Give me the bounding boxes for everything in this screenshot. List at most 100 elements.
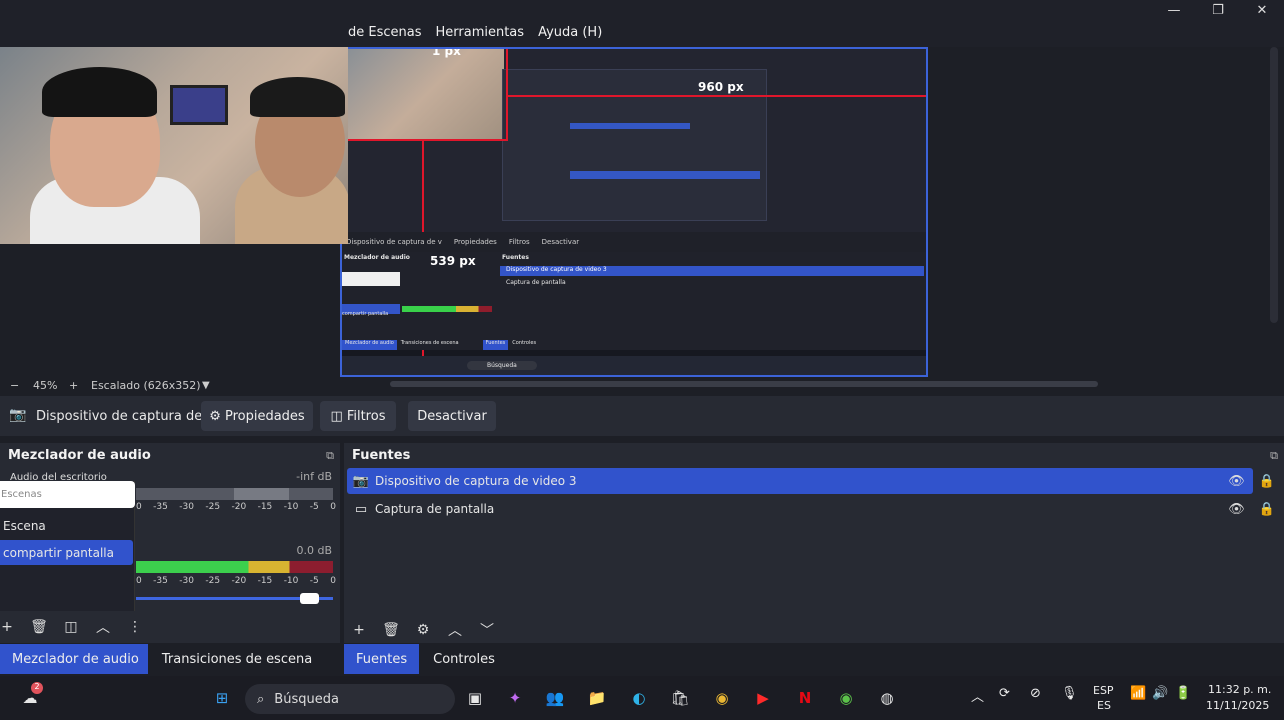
search-icon: ⌕: [257, 691, 265, 707]
scene-item[interactable]: Escena: [0, 513, 133, 538]
tab-label: Transiciones de escena: [161, 651, 313, 667]
move-up-icon[interactable]: ︿: [87, 617, 119, 637]
edge-icon[interactable]: ◐: [627, 686, 651, 710]
start-icon[interactable]: ⊞: [210, 686, 234, 710]
deactivate-button[interactable]: Desactivar: [408, 401, 496, 431]
volume-icon[interactable]: 🔊: [1152, 686, 1168, 701]
nested-source-1: Dispositivo de captura de video 3: [506, 266, 607, 273]
copilot-icon[interactable]: ✦: [503, 686, 527, 710]
zoom-in-button[interactable]: +: [69, 379, 78, 392]
wifi-off-icon[interactable]: ⊘: [1030, 686, 1041, 701]
nested-source-toolbar: Dispositivo de captura de v Propiedades …: [342, 232, 926, 252]
show-hidden-icons-icon[interactable]: ︿: [971, 686, 984, 705]
properties-button[interactable]: ⚙ Propiedades: [201, 401, 313, 431]
eye-icon[interactable]: 👁: [1228, 502, 1245, 517]
zoom-level: 45%: [33, 378, 58, 392]
minimize-button[interactable]: —: [1152, 0, 1196, 20]
sync-icon[interactable]: ⟳: [999, 686, 1010, 701]
tab-controls[interactable]: Controles: [419, 644, 504, 674]
source-settings-icon[interactable]: ⚙: [407, 622, 439, 638]
scaling-dropdown-icon[interactable]: ▼: [202, 380, 210, 391]
move-down-icon[interactable]: ﹀: [471, 620, 503, 640]
chrome-profile-icon[interactable]: ◉: [834, 686, 858, 710]
more-options-icon[interactable]: ⋮: [119, 619, 151, 635]
menu-item-herramientas[interactable]: Herramientas: [436, 25, 525, 40]
taskbar-search[interactable]: ⌕ Búsqueda: [245, 684, 455, 714]
clock-date[interactable]: 11/11/2025: [1206, 699, 1269, 712]
left-dock-tabs: Mezclador de audio Transiciones de escen…: [0, 644, 321, 674]
move-up-icon[interactable]: ︿: [439, 620, 471, 640]
filters-button[interactable]: ◫ Filtros: [320, 401, 396, 431]
nested-scene-popup: [342, 272, 400, 286]
menu-item-ayuda[interactable]: Ayuda (H): [538, 25, 602, 40]
tick: -25: [205, 576, 221, 586]
teams-icon[interactable]: 👥: [543, 686, 567, 710]
vertical-scrollbar[interactable]: [1270, 47, 1278, 323]
lock-icon[interactable]: 🔒: [1259, 474, 1275, 489]
monitor-icon: ▭: [354, 501, 368, 517]
battery-icon[interactable]: 🔋: [1175, 686, 1191, 701]
undock-icon[interactable]: ⧉: [1270, 449, 1278, 463]
source-item[interactable]: ▭ Captura de pantalla 👁 🔒: [347, 496, 1275, 522]
language-indicator-bottom[interactable]: ES: [1097, 699, 1111, 712]
eye-icon[interactable]: 👁: [1228, 474, 1245, 489]
scene-item-selected[interactable]: compartir pantalla: [0, 540, 133, 565]
deactivate-label: Desactivar: [417, 408, 487, 424]
delete-source-icon[interactable]: 🗑: [375, 622, 407, 638]
wall-poster: [170, 85, 228, 125]
zoom-out-button[interactable]: −: [10, 379, 19, 392]
store-icon[interactable]: 🛍: [668, 686, 692, 710]
tick: -15: [257, 502, 273, 512]
volume-slider-handle[interactable]: [299, 593, 319, 604]
undock-icon[interactable]: ⧉: [326, 449, 334, 463]
restore-button[interactable]: ❐: [1196, 0, 1240, 20]
wifi-icon[interactable]: 📶: [1130, 686, 1146, 701]
preview-area[interactable]: 1 px 960 px 539 px Dispositivo de captur…: [0, 47, 1270, 377]
scene-filters-icon[interactable]: ◫: [55, 619, 87, 635]
netflix-icon[interactable]: N: [793, 686, 817, 710]
nested-source-name: Dispositivo de captura de v: [346, 238, 442, 246]
chrome-icon[interactable]: ◉: [710, 686, 734, 710]
person-2-cap: [250, 77, 345, 117]
tab-scene-transitions[interactable]: Transiciones de escena: [148, 644, 321, 674]
close-button[interactable]: ✕: [1240, 0, 1284, 20]
menu-item-escenas[interactable]: de Escenas: [348, 25, 422, 40]
tick: -30: [179, 502, 194, 512]
source-item-selected[interactable]: 📷 Dispositivo de captura de video 3 👁 🔒: [347, 468, 1275, 494]
nested-properties: Propiedades: [453, 238, 497, 246]
file-explorer-icon[interactable]: 📁: [585, 686, 609, 710]
tick: -10: [283, 576, 299, 586]
filters-label: Filtros: [346, 408, 386, 424]
filter-icon: ◫: [330, 408, 343, 424]
microphone-icon[interactable]: 🎙: [1061, 686, 1078, 701]
menu-bar: de Escenas Herramientas Ayuda (H): [348, 25, 602, 40]
obs-icon[interactable]: ◍: [875, 686, 899, 710]
tab-sources[interactable]: Fuentes: [344, 644, 420, 674]
add-scene-icon[interactable]: +: [0, 619, 23, 635]
meter-ticks-2: 0 -35 -30 -25 -20 -15 -10 -5 0: [136, 576, 336, 586]
youtube-icon[interactable]: ▶: [751, 686, 775, 710]
scaling-label: Escalado (626x352): [91, 378, 201, 392]
tick: -5: [309, 502, 319, 512]
scenes-buttons: + 🗑 ◫ ︿ ⋮: [0, 617, 151, 637]
scene-label: Escena: [3, 519, 46, 533]
search-label: Búsqueda: [274, 691, 339, 707]
mic-audio-meter: [136, 561, 333, 573]
scenes-header: Escenas: [0, 481, 135, 508]
tick: -20: [231, 576, 247, 586]
lock-icon[interactable]: 🔒: [1259, 502, 1275, 517]
windows-taskbar: ☁ 2 ⊞ ⌕ Búsqueda ▣ ✦ 👥 📁 ◐ 🛍 ◉ ▶ N ◉ ◍ ︿…: [0, 676, 1284, 720]
tick: 0: [330, 576, 336, 586]
clock-time[interactable]: 11:32 p. m.: [1208, 683, 1271, 696]
nested-tab-transitions: Transiciones de escena: [400, 340, 459, 346]
nested-taskbar: Búsqueda: [342, 356, 926, 375]
delete-scene-icon[interactable]: 🗑: [23, 619, 55, 635]
language-indicator-top[interactable]: ESP: [1093, 684, 1114, 697]
tab-audio-mixer[interactable]: Mezclador de audio: [0, 644, 148, 674]
camera-icon: 📷: [9, 407, 27, 423]
mic-audio-db: 0.0 dB: [296, 544, 332, 557]
guide-line: [342, 139, 507, 141]
preview-canvas[interactable]: 1 px 960 px 539 px Dispositivo de captur…: [340, 47, 928, 377]
add-source-icon[interactable]: +: [343, 622, 375, 638]
task-view-icon[interactable]: ▣: [463, 686, 487, 710]
